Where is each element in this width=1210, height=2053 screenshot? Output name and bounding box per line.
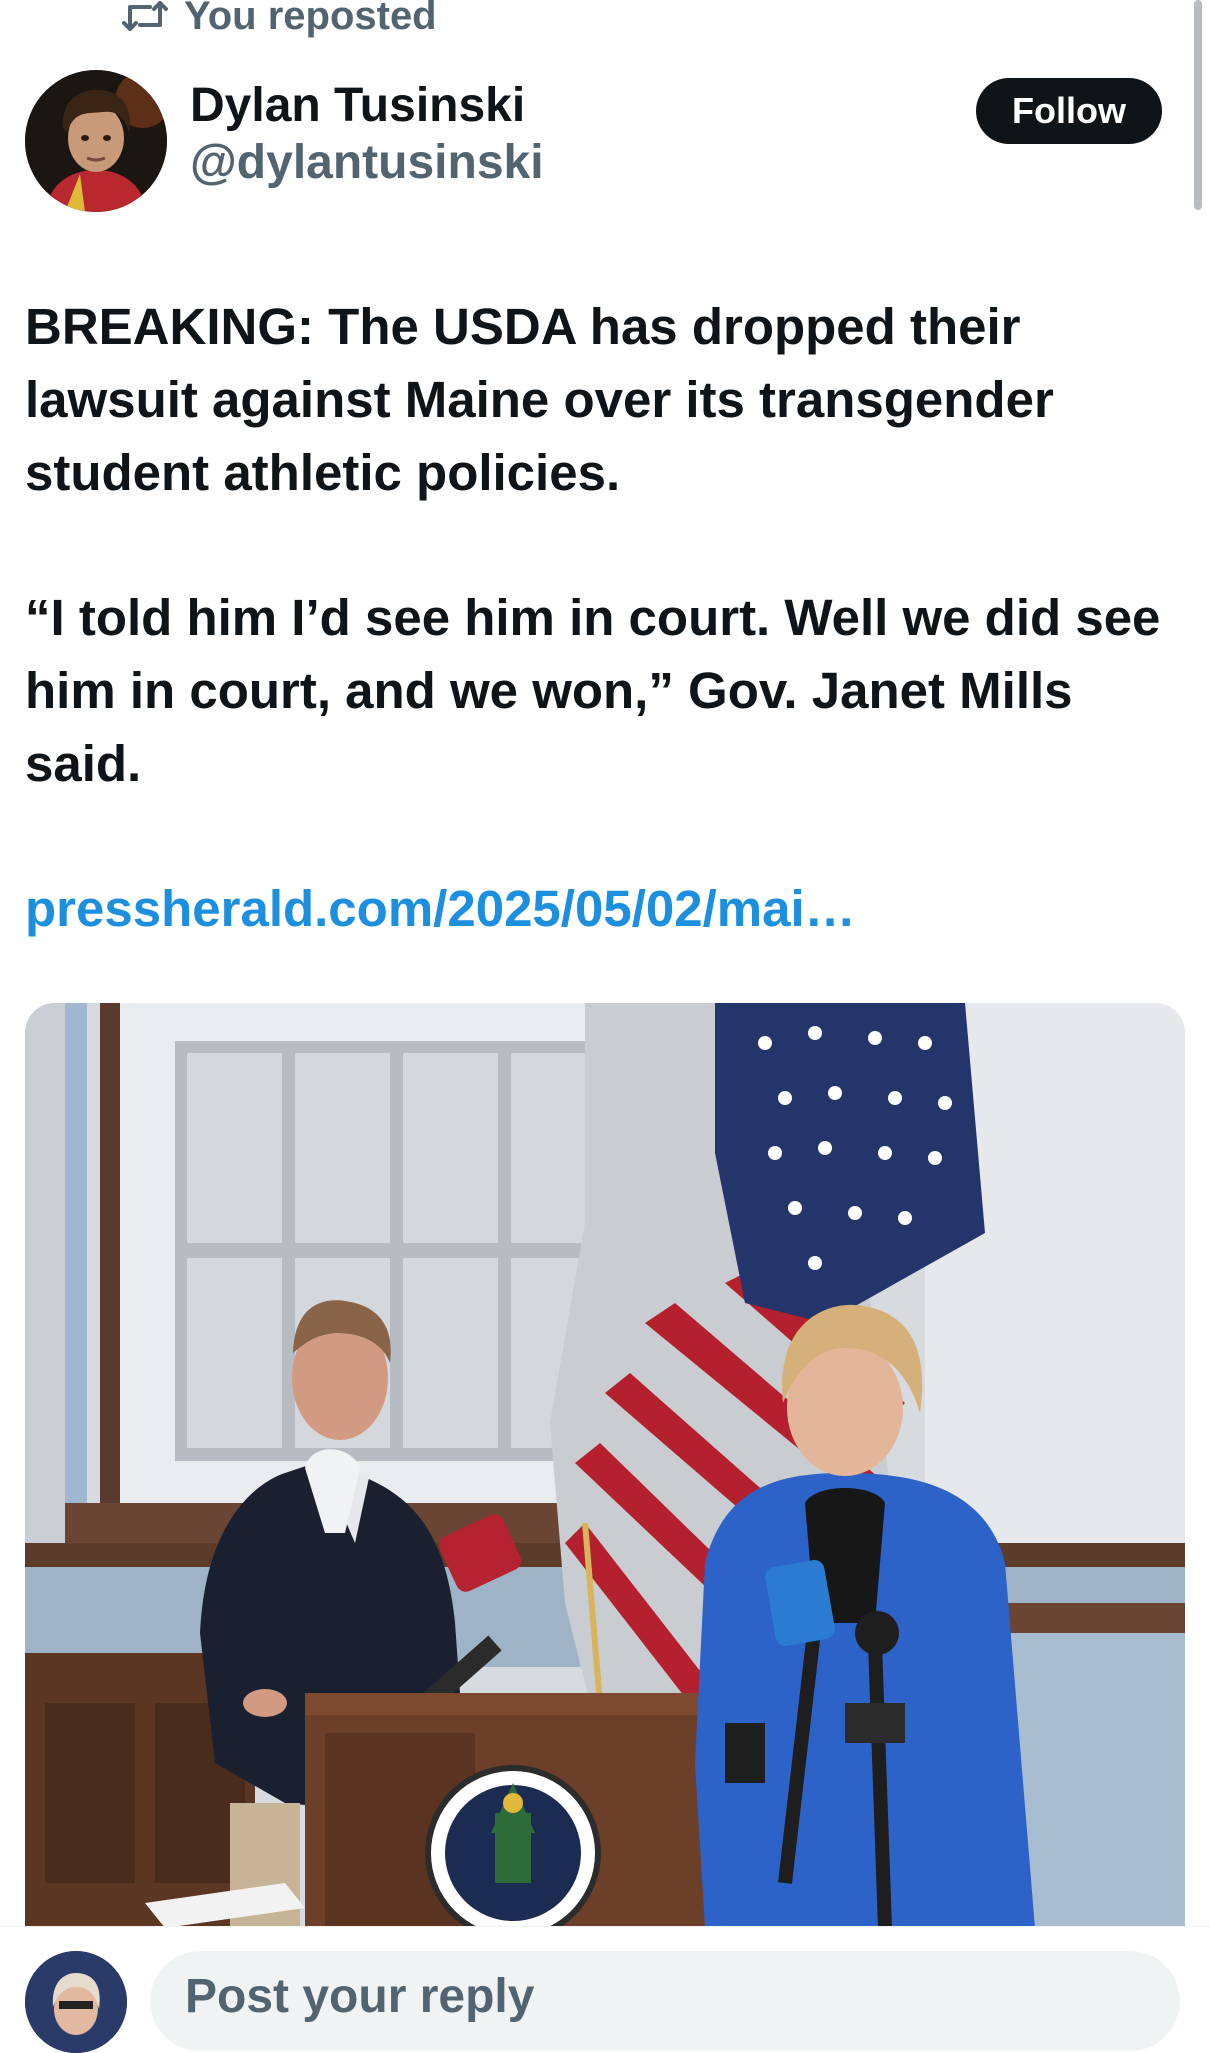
tweet-text: BREAKING: The USDA has dropped their law…	[25, 290, 1175, 945]
scrollbar[interactable]	[1194, 0, 1202, 210]
follow-button[interactable]: Follow	[976, 78, 1162, 144]
tweet-paragraph-1: BREAKING: The USDA has dropped their law…	[25, 298, 1054, 501]
tweet-media-photo[interactable]	[25, 1003, 1185, 1928]
author-name[interactable]: Dylan Tusinski	[190, 78, 544, 134]
author-info[interactable]: Dylan Tusinski @dylantusinski	[190, 78, 544, 192]
author-handle[interactable]: @dylantusinski	[190, 134, 544, 192]
tweet-page: You reposted Dylan Tusinski @dylantusins…	[0, 0, 1210, 2053]
tweet-link[interactable]: pressherald.com/2025/05/02/mai…	[25, 880, 856, 937]
reply-user-avatar[interactable]	[25, 1951, 127, 2053]
repost-icon	[122, 0, 168, 33]
reply-input[interactable]: Post your reply	[150, 1951, 1180, 2051]
repost-indicator[interactable]: You reposted	[122, 0, 437, 38]
tweet-paragraph-2: “I told him I’d see him in court. Well w…	[25, 589, 1161, 792]
author-avatar[interactable]	[25, 70, 167, 212]
reply-composer: Post your reply	[0, 1926, 1210, 2053]
repost-label: You reposted	[184, 0, 437, 38]
